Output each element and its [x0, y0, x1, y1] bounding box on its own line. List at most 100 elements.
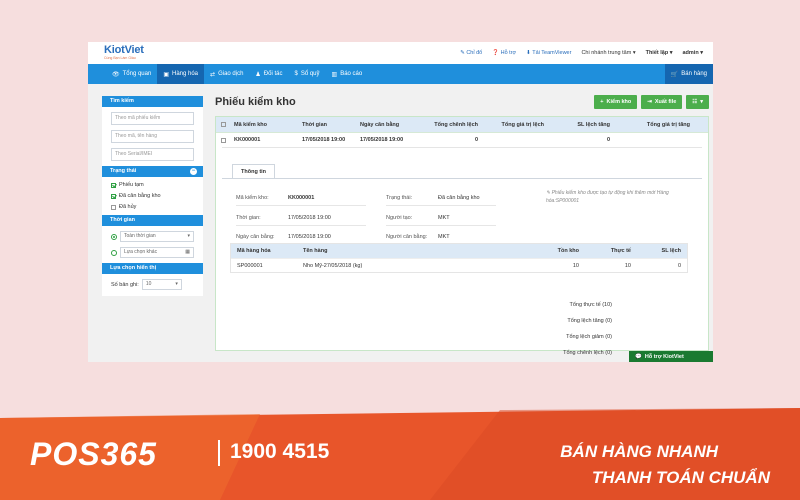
info-creator: Người tạo: MKT	[386, 215, 450, 221]
person-icon: ♟	[255, 71, 261, 78]
help-icon: ❓	[492, 50, 500, 56]
nav-overview[interactable]: 👁 Tổng quan	[106, 64, 157, 84]
export-button[interactable]: ⇥ Xuất file	[641, 95, 683, 109]
chevron-down-icon: ▾	[700, 99, 703, 105]
chevron-down-icon: ▾	[669, 50, 673, 56]
nav-partners[interactable]: ♟ Đối tác	[249, 64, 288, 84]
radio-icon[interactable]	[111, 249, 117, 256]
total-increase: Tổng lệch tăng (0)	[567, 318, 612, 324]
tab-info[interactable]: Thông tin	[232, 164, 276, 178]
cart-icon: 🛒	[670, 71, 679, 78]
user-menu[interactable]: admin ▾	[683, 50, 704, 56]
branch-select[interactable]: Chi nhánh trung tâm ▾	[581, 50, 635, 56]
detail-tabs: Thông tin	[222, 158, 702, 178]
col-code[interactable]: Mã kiểm kho	[230, 122, 298, 128]
slogan-line-2: THANH TOÁN CHUẨN	[591, 468, 770, 487]
promo-banner: POS365 1900 4515 BÁN HÀNG NHANH THANH TO…	[0, 400, 800, 500]
checkbox-icon[interactable]	[111, 204, 116, 210]
brush-icon: ✎	[460, 50, 465, 56]
teamviewer-link[interactable]: ⬇ Tải TeamViewer	[526, 50, 571, 56]
search-section-title: Tìm kiếm	[102, 96, 203, 107]
row-code: KK000001	[234, 137, 261, 143]
time-range-select[interactable]: Toàn thời gian ▾	[120, 231, 194, 242]
list-item: SP000001 Nho Mỹ-27/05/2018 (kg) 10 10 0	[231, 258, 687, 272]
records-row: Số bản ghi: 10 ▾	[111, 279, 194, 290]
main-nav: 👁 Tổng quan ▣ Hàng hóa ⇄ Giao dịch ♟ Đối tác…	[88, 64, 713, 84]
download-icon: ⬇	[526, 50, 531, 56]
time-custom-option[interactable]: Lựa chọn khác ▦	[111, 247, 194, 258]
info-balancer: Người cân bằng: MKT	[386, 234, 450, 240]
nav-transactions[interactable]: ⇄ Giao dịch	[204, 64, 249, 84]
col-time[interactable]: Thời gian	[298, 122, 356, 128]
checkbox-checked-icon[interactable]	[111, 193, 116, 199]
items-table: Mã hàng hóa Tên hàng Tồn kho Thực tế SL …	[230, 243, 688, 273]
detail-body: Mã kiểm kho: KK000001 Thời gian: 17/05/201…	[222, 178, 702, 356]
support-chat-button[interactable]: 💬 Hỗ trợ KiotViet	[629, 351, 713, 362]
content-area: Tìm kiếm Theo mã phiếu kiểm Theo mã, tên…	[88, 84, 713, 362]
app-window: KiotViet Cùng Bạn Làm Giàu ✎ Chỉ đổ ❓ Hỗ…	[88, 42, 713, 362]
pencil-icon: ✎	[546, 190, 551, 196]
col-value-increase[interactable]: Tổng giá trị tăng	[614, 122, 694, 128]
col-qty-increase[interactable]: SL lệch tăng	[548, 122, 614, 128]
box-icon: ▣	[163, 71, 169, 78]
logo-text: KiotViet	[104, 44, 144, 57]
nav-cashbook[interactable]: $ Sổ quỹ	[289, 64, 326, 84]
select-all-checkbox[interactable]	[220, 122, 226, 127]
chevron-down-icon: ▾	[187, 233, 190, 239]
items-header: Mã hàng hóa Tên hàng Tồn kho Thực tế SL …	[231, 244, 687, 258]
total-decrease: Tổng lệch giảm (0)	[566, 334, 612, 340]
time-section-title: Thời gian	[102, 215, 203, 226]
status-section-title: Trạng thái −	[102, 166, 203, 177]
theme-link[interactable]: ✎ Chỉ đổ	[460, 50, 482, 56]
eye-icon: 👁	[112, 71, 120, 78]
info-balance-date: Ngày cân bằng: 17/05/2018 19:00	[236, 234, 331, 240]
row-detail-panel: Thông tin Mã kiểm kho: KK000001 Thời gian…	[222, 147, 702, 356]
row-balance-date: 17/05/2018 19:00	[360, 137, 404, 143]
chevron-down-icon: ▾	[175, 281, 178, 287]
table-row[interactable]: KK000001 17/05/2018 19:00 17/05/2018 19:…	[216, 132, 708, 147]
search-product-input[interactable]: Theo mã, tên hàng	[111, 130, 194, 143]
sidebar: Tìm kiếm Theo mã phiếu kiểm Theo mã, tên…	[102, 96, 203, 296]
exchange-icon: ⇄	[210, 71, 216, 78]
search-code-input[interactable]: Theo mã phiếu kiểm	[111, 112, 194, 125]
banner-divider	[218, 440, 220, 466]
kiotviet-logo[interactable]: KiotViet Cùng Bạn Làm Giàu	[104, 45, 144, 61]
search-serial-input[interactable]: Theo Serial/IMEI	[111, 148, 194, 161]
chat-icon: 💬	[635, 353, 642, 360]
checkbox-checked-icon[interactable]	[111, 182, 116, 188]
grid-icon: ☷	[692, 99, 698, 105]
time-all-option[interactable]: Toàn thời gian ▾	[111, 231, 194, 242]
table-header: Mã kiểm kho Thời gian Ngày cân bằng Tổng…	[216, 117, 708, 132]
top-links: ✎ Chỉ đổ ❓ Hỗ trợ ⬇ Tải TeamViewer Chi n…	[460, 50, 703, 56]
collapse-icon[interactable]: −	[190, 168, 197, 175]
status-draft[interactable]: Phiếu tạm	[111, 182, 194, 188]
toolbar: + Kiểm kho ⇥ Xuất file ☷ ▾	[594, 95, 709, 109]
col-balance-date[interactable]: Ngày cân bằng	[356, 122, 416, 128]
column-menu-button[interactable]: ☷ ▾	[686, 95, 709, 109]
time-custom-input[interactable]: Lựa chọn khác ▦	[120, 247, 194, 258]
dollar-icon: $	[294, 71, 298, 77]
col-total-diff[interactable]: Tổng chênh lệch	[416, 122, 482, 128]
help-link[interactable]: ❓ Hỗ trợ	[492, 50, 516, 56]
radio-selected-icon[interactable]	[111, 233, 117, 240]
nav-products[interactable]: ▣ Hàng hóa	[157, 64, 205, 84]
chevron-down-icon: ▾	[700, 50, 703, 56]
main-panel: Phiếu kiểm kho + Kiểm kho ⇥ Xuất file ☷ ▾ M…	[215, 94, 709, 356]
nav-reports[interactable]: ▥ Báo cáo	[326, 64, 369, 84]
row-checkbox[interactable]	[220, 137, 226, 143]
plus-icon: +	[600, 99, 604, 105]
total-actual: Tổng thực tế (10)	[569, 302, 612, 308]
total-difference: Tổng chênh lệch (0)	[563, 350, 612, 356]
records-select[interactable]: 10 ▾	[141, 279, 182, 290]
chevron-down-icon: ▾	[632, 50, 636, 56]
settings-menu[interactable]: Thiết lập ▾	[646, 50, 673, 56]
info-time: Thời gian: 17/05/2018 19:00	[236, 215, 331, 221]
sell-button[interactable]: 🛒 Bán hàng	[664, 64, 713, 84]
calendar-icon: ▦	[185, 249, 190, 255]
totals-summary: Tổng thực tế (10) Tổng lệch tăng (0) Tổn…	[522, 299, 612, 362]
top-bar: KiotViet Cùng Bạn Làm Giàu ✎ Chỉ đổ ❓ Hỗ…	[88, 42, 713, 64]
status-balanced[interactable]: Đã cân bằng kho	[111, 193, 194, 199]
add-stocktake-button[interactable]: + Kiểm kho	[594, 95, 638, 109]
row-qty-increase: 0	[606, 137, 610, 143]
col-total-diff-value[interactable]: Tổng giá trị lệch	[482, 122, 548, 128]
